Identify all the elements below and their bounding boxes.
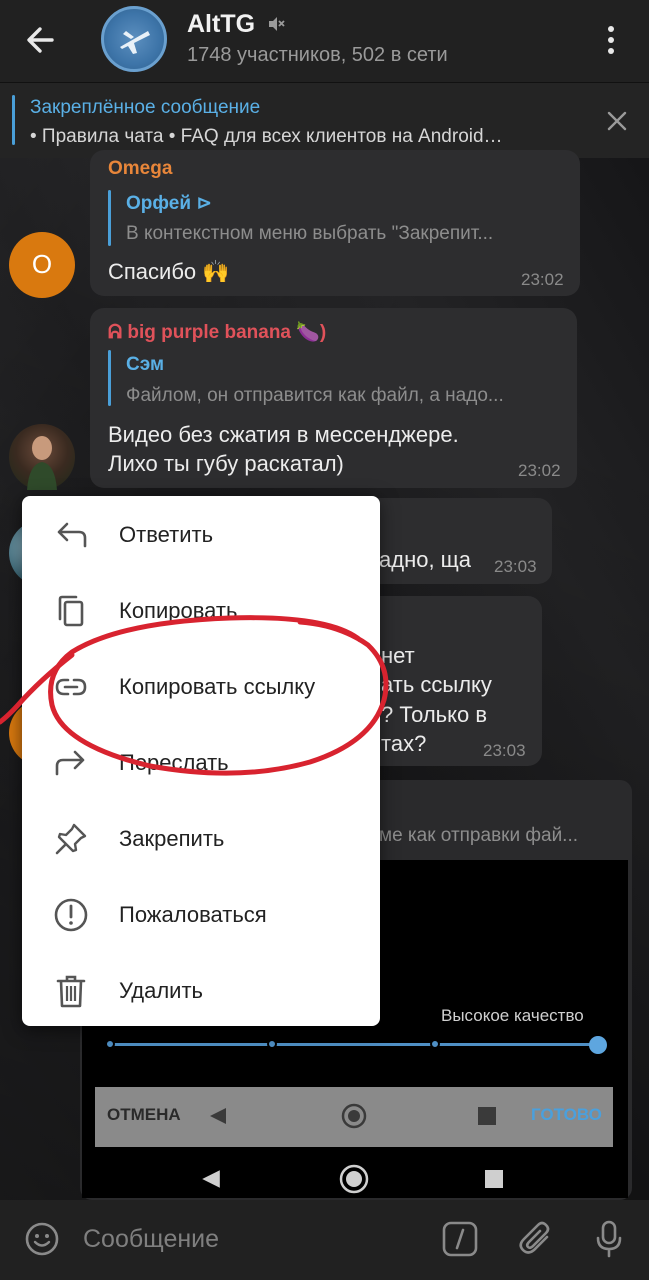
message-text: Видео без сжатия в мессенджере. — [108, 422, 459, 447]
menu-item-report[interactable]: Пожаловаться — [22, 877, 380, 953]
reply-text[interactable]: ме как отправки фай... — [379, 825, 609, 847]
quality-slider-thumb[interactable] — [589, 1036, 607, 1054]
message-text: ? Только в — [381, 702, 488, 727]
forward-icon — [55, 750, 85, 776]
nav-back-icon — [202, 1170, 220, 1188]
user-avatar[interactable] — [9, 424, 75, 490]
menu-item-pin[interactable]: Закрепить — [22, 801, 380, 877]
menu-item-label: Ответить — [119, 522, 214, 547]
message-time: 23:02 — [518, 461, 561, 480]
message-text: ать ссылку — [381, 672, 492, 697]
done-button[interactable]: ГОТОВО — [531, 1105, 602, 1125]
bot-command-icon[interactable] — [441, 1220, 479, 1258]
menu-item-copy-link[interactable]: Копировать ссылку — [22, 649, 380, 725]
reply-icon — [57, 522, 87, 548]
nav-recents-icon — [478, 1107, 496, 1125]
channel-avatar[interactable] — [101, 6, 167, 72]
context-menu: Ответить Копировать Копировать ссылку Пе… — [22, 496, 380, 1026]
chat-title[interactable]: AltTG — [187, 10, 255, 39]
reply-accent-bar — [108, 350, 111, 406]
message-text: нет — [381, 643, 415, 668]
pinned-text: • Правила чата • FAQ для всех клиентов н… — [30, 126, 503, 147]
nav-home-icon — [339, 1164, 369, 1194]
quality-slider-track[interactable] — [110, 1043, 598, 1046]
report-icon — [54, 898, 88, 932]
pinned-accent-bar — [12, 95, 15, 145]
message-text: тах? — [381, 731, 427, 756]
user-avatar[interactable]: O — [9, 232, 75, 298]
more-vert-icon[interactable] — [600, 22, 622, 58]
message-time: 23:03 — [494, 557, 537, 576]
menu-item-label: Удалить — [119, 978, 203, 1003]
nav-back-icon — [210, 1108, 226, 1124]
pinned-message-bar[interactable]: Закреплённое сообщение • Правила чата • … — [0, 82, 649, 158]
portrait-image — [27, 436, 57, 490]
reply-accent-bar — [108, 190, 111, 246]
message-text: Спасибо 🙌 — [108, 259, 230, 284]
menu-item-label: Копировать ссылку — [119, 674, 316, 699]
pinned-title: Закреплённое сообщение — [30, 97, 261, 118]
back-arrow-icon[interactable] — [22, 20, 66, 60]
reply-author[interactable]: Сэм — [126, 354, 164, 376]
message-time: 23:03 — [483, 741, 526, 760]
message-text: адно, ща — [379, 547, 472, 572]
emoji-icon[interactable] — [24, 1221, 60, 1257]
menu-item-forward[interactable]: Переслать — [22, 725, 380, 801]
chat-header: AltTG 1748 участников, 502 в сети — [0, 0, 649, 82]
close-icon[interactable] — [604, 108, 630, 134]
copy-icon — [58, 595, 84, 627]
nav-recents-icon — [485, 1170, 503, 1188]
message-input[interactable]: Сообщение — [83, 1225, 219, 1254]
menu-item-reply[interactable]: Ответить — [22, 497, 380, 573]
message-author[interactable]: ᕱ big purple banana 🍆) — [108, 320, 326, 344]
quality-slider-step — [105, 1039, 115, 1049]
menu-item-label: Переслать — [119, 750, 229, 775]
cancel-button[interactable]: ОТМЕНА — [107, 1105, 181, 1125]
quality-slider-step — [430, 1039, 440, 1049]
menu-item-delete[interactable]: Удалить — [22, 953, 380, 1029]
reply-text[interactable]: Файлом, он отправится как файл, а надо..… — [126, 385, 566, 407]
message-text: Лихо ты губу раскатал) — [108, 451, 344, 476]
mic-icon[interactable] — [594, 1219, 624, 1259]
mute-icon — [269, 17, 285, 31]
menu-item-label: Копировать — [119, 598, 238, 623]
avatar-letter: O — [31, 249, 53, 279]
chat-subtitle: 1748 участников, 502 в сети — [187, 44, 448, 66]
nav-home-icon — [341, 1103, 367, 1129]
quality-slider-step — [267, 1039, 277, 1049]
menu-item-label: Пожаловаться — [119, 902, 267, 927]
message-author[interactable]: Omega — [108, 158, 172, 180]
pin-icon — [55, 823, 87, 855]
menu-item-label: Закрепить — [119, 826, 225, 851]
plane-icon — [120, 31, 150, 54]
message-time: 23:02 — [521, 270, 564, 289]
reply-text[interactable]: В контекстном меню выбрать "Закрепит... — [126, 223, 568, 245]
attach-icon[interactable] — [517, 1219, 555, 1257]
reply-author[interactable]: Орфей ⊳ — [126, 192, 212, 215]
link-icon — [55, 678, 87, 696]
menu-item-copy[interactable]: Копировать — [22, 573, 380, 649]
delete-icon — [56, 975, 86, 1008]
quality-label: Высокое качество — [441, 1006, 584, 1025]
